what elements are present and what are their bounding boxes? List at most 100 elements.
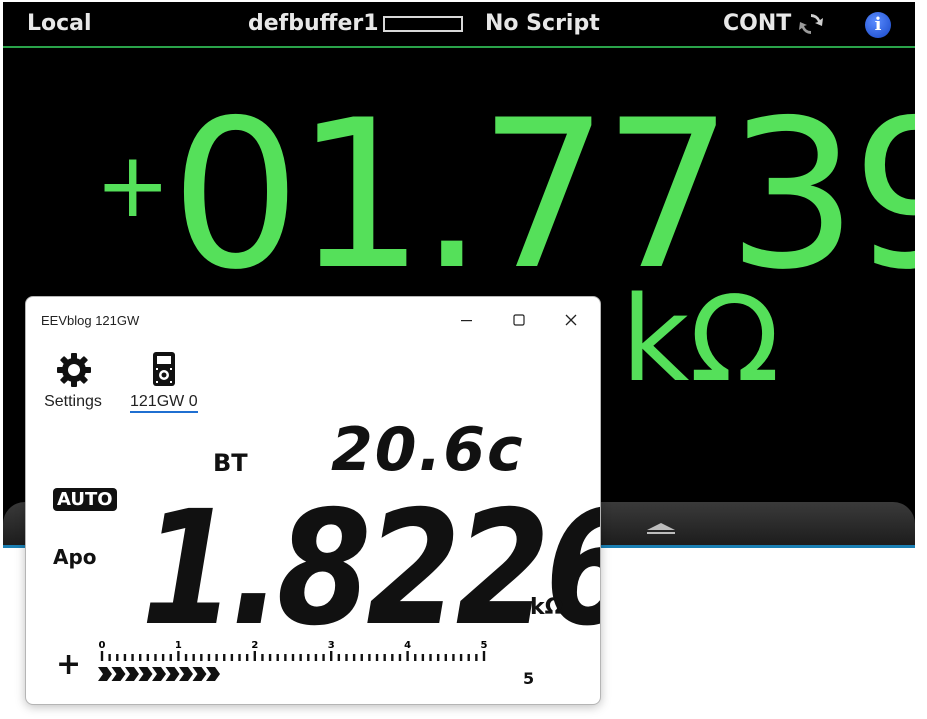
bargraph-tick xyxy=(207,654,211,661)
device-tab[interactable]: 121GW 0 xyxy=(126,351,206,413)
bargraph-tick-label: 2 xyxy=(251,640,258,651)
multimeter-icon xyxy=(153,352,175,386)
secondary-mode-label: BT xyxy=(213,449,248,477)
bargraph-tick-label: 5 xyxy=(481,640,488,651)
bargraph-tick xyxy=(337,654,341,661)
reading-sign: + xyxy=(95,133,171,238)
bargraph-tick xyxy=(268,654,272,661)
bargraph-tick xyxy=(184,654,188,661)
bargraph-tick xyxy=(116,654,119,661)
bargraph-tick xyxy=(345,654,348,661)
bargraph-range-label: 5 xyxy=(523,669,535,688)
bargraph-segment xyxy=(125,667,139,681)
auto-range-badge: AUTO xyxy=(53,488,117,511)
bargraph-tick-label: 3 xyxy=(328,640,335,651)
bargraph-tick xyxy=(131,654,134,661)
bargraph-tick xyxy=(215,654,218,661)
bargraph-tick xyxy=(238,654,241,661)
bargraph-tick xyxy=(314,654,318,661)
bargraph-segment xyxy=(165,667,180,681)
bargraph-tick xyxy=(154,654,157,661)
secondary-reading: 20.6c xyxy=(331,415,525,485)
bargraph-tick xyxy=(391,654,394,661)
lcd-unit: kΩ xyxy=(530,595,564,620)
continuous-trigger-icon[interactable] xyxy=(798,11,824,37)
bargraph-tick xyxy=(322,654,325,661)
bargraph-tick xyxy=(459,654,463,661)
window-title: EEVblog 121GW xyxy=(41,313,140,328)
buffer-name[interactable]: defbuffer1 xyxy=(248,11,379,36)
bargraph-tick xyxy=(452,654,455,661)
polarity-sign: + xyxy=(56,647,82,682)
bargraph-tick xyxy=(299,654,302,661)
gear-icon xyxy=(57,353,91,387)
bargraph-tick xyxy=(146,654,150,661)
close-button[interactable] xyxy=(549,305,593,335)
bargraph-tick xyxy=(436,654,440,661)
bargraph-segment xyxy=(138,667,153,681)
bargraph-tick xyxy=(406,651,409,661)
bargraph-tick xyxy=(467,654,470,661)
bargraph-tick xyxy=(429,654,432,661)
status-bar: Local defbuffer1 No Script CONT i xyxy=(3,2,915,48)
bargraph-tick xyxy=(169,654,172,661)
active-tab-indicator xyxy=(130,411,198,413)
bargraph-tick xyxy=(161,654,165,661)
buffer-fill-gauge xyxy=(383,16,463,32)
bargraph-tick xyxy=(177,651,180,661)
bargraph-tick xyxy=(368,654,371,661)
bargraph: 0 1 2 3 4 5 xyxy=(98,640,488,681)
settings-label: Settings xyxy=(44,393,102,410)
script-status[interactable]: No Script xyxy=(485,11,600,36)
info-icon[interactable]: i xyxy=(865,12,891,38)
bargraph-tick xyxy=(475,654,478,661)
bargraph-tick xyxy=(352,654,356,661)
bargraph-tick xyxy=(284,654,287,661)
bargraph-tick xyxy=(276,654,279,661)
bargraph-tick xyxy=(253,651,256,661)
swipe-up-icon[interactable] xyxy=(643,522,679,536)
device-label: 121GW 0 xyxy=(130,393,198,410)
local-status[interactable]: Local xyxy=(27,11,92,36)
bargraph-segment xyxy=(111,667,126,681)
bargraph-segment xyxy=(179,667,193,681)
bargraph-tick xyxy=(330,651,333,661)
trigger-mode[interactable]: CONT xyxy=(723,11,791,36)
bargraph-tick xyxy=(200,654,203,661)
bargraph-tick xyxy=(482,651,486,661)
bargraph-tick xyxy=(375,654,379,661)
bargraph-tick xyxy=(230,654,234,661)
settings-button[interactable]: Settings xyxy=(38,351,108,411)
bargraph-tick xyxy=(123,654,127,661)
bargraph-tick-label: 4 xyxy=(404,640,411,651)
bargraph-tick xyxy=(383,654,386,661)
bargraph-segment xyxy=(206,667,220,681)
bargraph-tick xyxy=(360,654,363,661)
lcd-main-reading: 1.8226 xyxy=(141,477,601,661)
title-bar[interactable]: EEVblog 121GW xyxy=(26,297,600,339)
bargraph-tick xyxy=(245,654,249,661)
bargraph-tick-label: 0 xyxy=(99,640,106,651)
maximize-button[interactable] xyxy=(497,305,541,335)
bargraph-tick xyxy=(307,654,310,661)
minimize-button[interactable] xyxy=(445,305,489,335)
bargraph-segment xyxy=(98,667,112,681)
main-reading: +01.77399 xyxy=(95,94,915,299)
bargraph-tick xyxy=(421,654,425,661)
bargraph-tick xyxy=(139,654,142,661)
bargraph-segment xyxy=(152,667,166,681)
bargraph-tick xyxy=(398,654,402,661)
reading-value: 01.77399 xyxy=(170,77,915,315)
bargraph-tick-label: 1 xyxy=(175,640,182,651)
bargraph-tick xyxy=(108,654,111,661)
reading-unit: kΩ xyxy=(621,270,780,408)
auto-power-off-label: Apo xyxy=(53,545,97,569)
bargraph-tick xyxy=(223,654,226,661)
app-window: EEVblog 121GW Settings 121GW 0 BT 20.6c … xyxy=(25,296,601,705)
bargraph-segment xyxy=(192,667,207,681)
bargraph-tick xyxy=(261,654,264,661)
bargraph-tick xyxy=(444,654,447,661)
bargraph-tick xyxy=(100,651,104,661)
bargraph-tick xyxy=(291,654,295,661)
bargraph-tick xyxy=(414,654,417,661)
